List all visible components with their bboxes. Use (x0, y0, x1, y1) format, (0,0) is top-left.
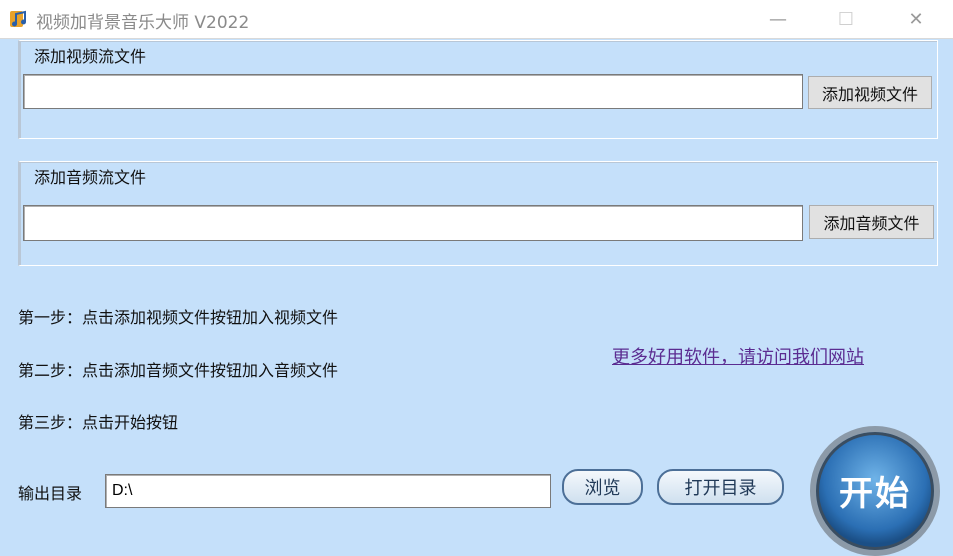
title-bar: 视频加背景音乐大师 V2022 — ☐ ✕ (0, 0, 953, 39)
start-button-label: 开始 (839, 474, 911, 514)
open-directory-button[interactable]: 打开目录 (657, 469, 784, 505)
step-one-text: 第一步：点击添加视频文件按钮加入视频文件 (18, 308, 339, 327)
browse-button[interactable]: 浏览 (562, 469, 643, 505)
output-dir-label: 输出目录 (18, 484, 83, 503)
music-note-icon (8, 8, 30, 30)
audio-group-legend: 添加音频流文件 (32, 164, 149, 188)
minimize-icon: — (769, 8, 787, 30)
minimize-button[interactable]: — (755, 0, 801, 38)
close-icon: ✕ (908, 8, 924, 30)
video-group-legend: 添加视频流文件 (32, 43, 149, 67)
website-link[interactable]: 更多好用软件，请访问我们网站 (612, 343, 864, 369)
step-two-text: 第二步：点击添加音频文件按钮加入音频文件 (18, 361, 339, 380)
maximize-button[interactable]: ☐ (823, 0, 869, 38)
step-three-text: 第三步：点击开始按钮 (18, 413, 179, 432)
start-button[interactable]: 开始 (810, 426, 940, 556)
add-audio-button[interactable]: 添加音频文件 (809, 205, 934, 239)
audio-path-input[interactable] (23, 205, 803, 241)
close-button[interactable]: ✕ (893, 0, 939, 38)
window-title: 视频加背景音乐大师 V2022 (36, 13, 250, 33)
add-video-button[interactable]: 添加视频文件 (808, 76, 932, 109)
maximize-icon: ☐ (837, 8, 855, 30)
video-path-input[interactable] (23, 74, 803, 109)
output-path-input[interactable] (105, 474, 551, 508)
